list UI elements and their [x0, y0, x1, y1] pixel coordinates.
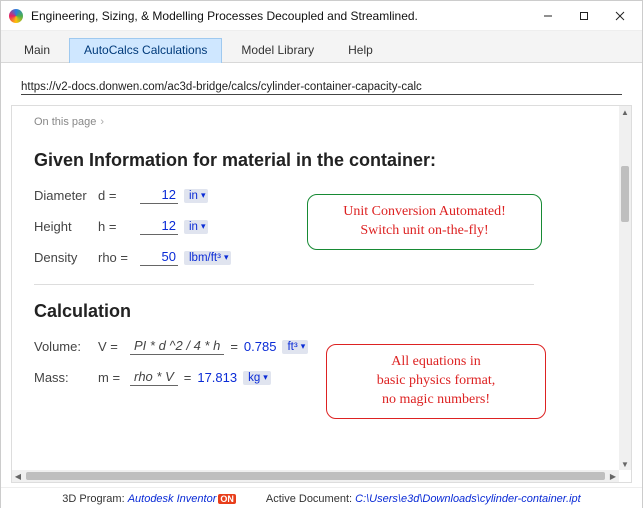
- density-value[interactable]: 50: [140, 249, 178, 266]
- volume-symbol: V =: [98, 339, 124, 354]
- volume-label: Volume:: [34, 339, 92, 354]
- mass-label: Mass:: [34, 370, 92, 385]
- chevron-down-icon: ▾: [201, 221, 206, 232]
- status-prog-label: 3D Program:: [62, 493, 124, 505]
- height-symbol: h =: [98, 219, 134, 234]
- chevron-right-icon: ›: [100, 116, 104, 128]
- callout-unit-conversion: Unit Conversion Automated! Switch unit o…: [307, 194, 542, 250]
- title-bar: Engineering, Sizing, & Modelling Process…: [1, 1, 642, 31]
- status-prog-value: Autodesk Inventor: [128, 493, 217, 505]
- height-unit: in: [189, 221, 198, 233]
- minimize-button[interactable]: [530, 2, 566, 30]
- volume-result: 0.785: [244, 339, 277, 354]
- status-active-document: Active Document: C:\Users\e3d\Downloads\…: [266, 493, 581, 505]
- app-icon: [9, 9, 23, 23]
- density-symbol: rho =: [98, 250, 134, 265]
- tab-model-library[interactable]: Model Library: [226, 38, 329, 63]
- scroll-right-button[interactable]: ▶: [607, 470, 619, 482]
- diameter-unit: in: [189, 190, 198, 202]
- callout-line: Switch unit on-the-fly!: [320, 222, 529, 241]
- status-doc-label: Active Document:: [266, 493, 352, 505]
- status-on-badge: ON: [218, 494, 236, 504]
- chevron-down-icon: ▾: [301, 341, 306, 352]
- url-field[interactable]: https://v2-docs.donwen.com/ac3d-bridge/c…: [21, 81, 622, 95]
- horizontal-scrollbar[interactable]: ◀ ▶: [12, 470, 619, 482]
- tab-help[interactable]: Help: [333, 38, 388, 63]
- volume-unit-select[interactable]: ft³ ▾: [282, 340, 308, 354]
- density-unit-select[interactable]: lbm/ft³ ▾: [184, 251, 231, 265]
- url-row: https://v2-docs.donwen.com/ac3d-bridge/c…: [11, 73, 632, 97]
- equals-sign: =: [230, 339, 238, 354]
- tab-autocalcs[interactable]: AutoCalcs Calculations: [69, 38, 222, 63]
- status-doc-value: C:\Users\e3d\Downloads\cylinder-containe…: [355, 493, 581, 505]
- mass-unit-select[interactable]: kg ▾: [243, 371, 271, 385]
- tab-panel-autocalcs: https://v2-docs.donwen.com/ac3d-bridge/c…: [1, 63, 642, 487]
- callout-line: basic physics format,: [339, 372, 533, 391]
- field-density: Density rho = 50 lbm/ft³ ▾: [34, 249, 619, 266]
- mass-formula[interactable]: rho * V: [130, 369, 178, 386]
- callout-line: no magic numbers!: [339, 391, 533, 410]
- scroll-up-button[interactable]: ▲: [619, 106, 631, 118]
- on-this-page-link[interactable]: On this page ›: [34, 116, 619, 128]
- volume-unit: ft³: [287, 341, 297, 353]
- tab-strip: Main AutoCalcs Calculations Model Librar…: [1, 31, 642, 63]
- callout-equations: All equations in basic physics format, n…: [326, 344, 546, 419]
- scroll-left-button[interactable]: ◀: [12, 470, 24, 482]
- volume-formula[interactable]: PI * d ^2 / 4 * h: [130, 338, 224, 355]
- horizontal-scroll-thumb[interactable]: [26, 472, 605, 480]
- calculation-heading: Calculation: [34, 301, 619, 322]
- maximize-button[interactable]: [566, 2, 602, 30]
- diameter-label: Diameter: [34, 188, 92, 203]
- status-3d-program: 3D Program: Autodesk InventorON: [62, 493, 236, 505]
- scroll-down-button[interactable]: ▼: [619, 458, 631, 470]
- density-label: Density: [34, 250, 92, 265]
- height-unit-select[interactable]: in ▾: [184, 220, 208, 234]
- diameter-unit-select[interactable]: in ▾: [184, 189, 208, 203]
- document-content: On this page › Given Information for mat…: [12, 106, 619, 470]
- callout-line: All equations in: [339, 353, 533, 372]
- window-controls: [530, 2, 638, 30]
- given-heading: Given Information for material in the co…: [34, 150, 619, 171]
- mass-symbol: m =: [98, 370, 124, 385]
- chevron-down-icon: ▾: [201, 190, 206, 201]
- diameter-value[interactable]: 12: [140, 187, 178, 204]
- callout-line: Unit Conversion Automated!: [320, 203, 529, 222]
- tab-main[interactable]: Main: [9, 38, 65, 63]
- close-button[interactable]: [602, 2, 638, 30]
- mass-result: 17.813: [197, 370, 237, 385]
- height-value[interactable]: 12: [140, 218, 178, 235]
- chevron-down-icon: ▾: [224, 252, 229, 263]
- status-bar: 3D Program: Autodesk InventorON Active D…: [1, 487, 642, 509]
- equals-sign: =: [184, 370, 192, 385]
- on-this-page-label: On this page: [34, 116, 96, 128]
- window-title: Engineering, Sizing, & Modelling Process…: [31, 9, 530, 23]
- density-unit: lbm/ft³: [189, 252, 221, 264]
- diameter-symbol: d =: [98, 188, 134, 203]
- chevron-down-icon: ▾: [263, 372, 268, 383]
- document-viewport: On this page › Given Information for mat…: [11, 105, 632, 483]
- vertical-scrollbar[interactable]: ▲ ▼: [619, 106, 631, 470]
- height-label: Height: [34, 219, 92, 234]
- section-divider: [34, 284, 534, 285]
- vertical-scroll-thumb[interactable]: [621, 166, 629, 222]
- mass-unit: kg: [248, 372, 260, 384]
